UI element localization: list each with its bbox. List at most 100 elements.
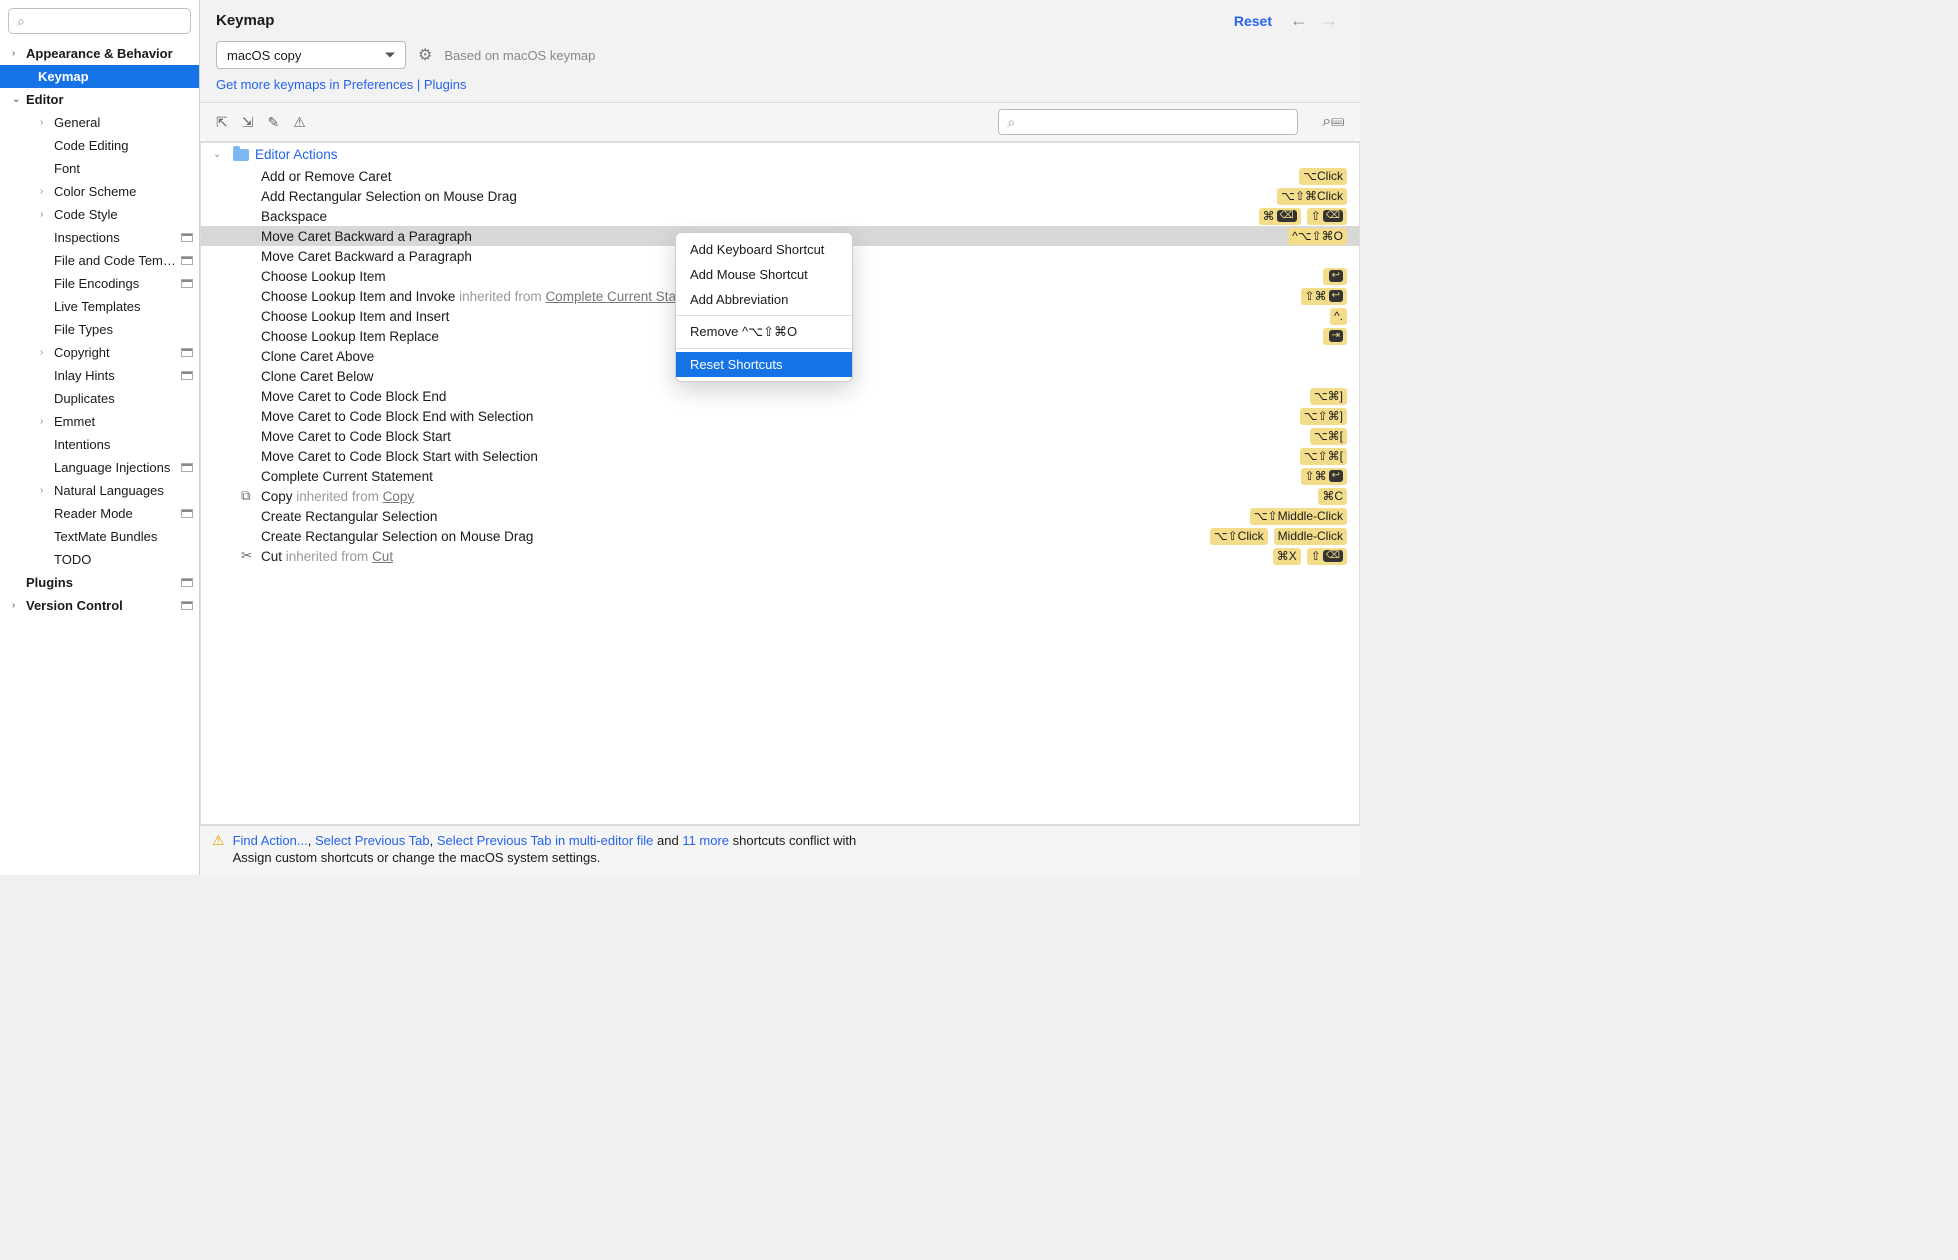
chevron-icon: › (40, 117, 52, 128)
context-menu-item[interactable]: Remove ^⌥⇧⌘O (676, 319, 852, 345)
action-row[interactable]: Move Caret to Code Block End⌥⌘] (201, 386, 1359, 406)
gear-icon[interactable]: ⚙ (418, 45, 432, 65)
warning-icon[interactable]: ⚠ (293, 114, 306, 131)
sidebar-item[interactable]: Inspections (0, 226, 199, 249)
shortcut-badge: ⌘C (1318, 488, 1347, 505)
sidebar-item[interactable]: TODO (0, 548, 199, 571)
shortcut-list: ⌥Click (1299, 168, 1347, 185)
action-label: Complete Current Statement (261, 469, 1295, 484)
folder-icon (233, 149, 249, 161)
sidebar-item[interactable]: Font (0, 157, 199, 180)
find-by-shortcut-icon[interactable]: ⌕⌨ (1322, 113, 1344, 131)
edit-icon[interactable]: ✎ (267, 114, 279, 131)
shortcut-badge: ⇥ (1323, 328, 1347, 345)
sidebar-item[interactable]: Inlay Hints (0, 364, 199, 387)
sidebar-item[interactable]: Code Editing (0, 134, 199, 157)
action-row[interactable]: Add or Remove Caret ⌥Click (201, 166, 1359, 186)
sidebar-item-label: TODO (54, 552, 199, 567)
keymap-select[interactable]: macOS copy (216, 41, 406, 69)
shortcut-list: ⌘X⇧⌫ (1273, 548, 1347, 565)
conflict-more-link[interactable]: 11 more (682, 833, 729, 848)
based-on-label: Based on macOS keymap (444, 48, 595, 63)
shortcut-list: ⇧⌘↩ (1301, 468, 1347, 485)
sidebar-item-label: Copyright (54, 345, 181, 360)
sidebar-item[interactable]: TextMate Bundles (0, 525, 199, 548)
sidebar-item[interactable]: Keymap (0, 65, 199, 88)
context-menu-item[interactable]: Add Keyboard Shortcut (676, 237, 852, 262)
sidebar-item[interactable]: ›Appearance & Behavior (0, 42, 199, 65)
shortcut-badge: Middle-Click (1274, 528, 1347, 545)
shortcut-badge: ⌘X (1273, 548, 1301, 565)
action-label: Create Rectangular Selection (261, 509, 1244, 524)
sidebar-item[interactable]: ›Emmet (0, 410, 199, 433)
sidebar-item[interactable]: File Encodings (0, 272, 199, 295)
keymap-select-value: macOS copy (227, 48, 301, 63)
sidebar-item-label: General (54, 115, 199, 130)
expand-all-icon[interactable]: ⇱ (216, 114, 228, 131)
get-more-keymaps-link[interactable]: Get more keymaps in Preferences | Plugin… (200, 73, 1360, 102)
action-search-input[interactable]: ⌕ (998, 109, 1298, 135)
shortcut-badge: ⌥⇧⌘] (1300, 408, 1347, 425)
action-label: Add or Remove Caret (261, 169, 1293, 184)
context-menu-item[interactable]: Add Abbreviation (676, 287, 852, 312)
action-row[interactable]: Complete Current Statement ⇧⌘↩ (201, 466, 1359, 486)
action-row[interactable]: Backspace⌘⌫⇧⌫ (201, 206, 1359, 226)
sidebar-item-label: Color Scheme (54, 184, 199, 199)
reset-button[interactable]: Reset (1234, 13, 1272, 29)
action-label: Cut inherited from Cut (261, 549, 1267, 564)
group-editor-actions[interactable]: ⌄ Editor Actions (201, 143, 1359, 166)
action-label: Move Caret to Code Block End (261, 389, 1304, 404)
sidebar-item[interactable]: ›Copyright (0, 341, 199, 364)
sidebar-item[interactable]: Reader Mode (0, 502, 199, 525)
action-row[interactable]: Move Caret to Code Block Start with Sele… (201, 446, 1359, 466)
sidebar-item[interactable]: ⌄Editor (0, 88, 199, 111)
sidebar-item-label: Code Style (54, 207, 199, 222)
sidebar-item[interactable]: File and Code Templates (0, 249, 199, 272)
search-icon: ⌕ (1007, 114, 1015, 131)
conflict-link-1[interactable]: Find Action... (233, 833, 308, 848)
sidebar-item[interactable]: ›Code Style (0, 203, 199, 226)
sidebar-item[interactable]: ›Natural Languages (0, 479, 199, 502)
sidebar-item[interactable]: ›Color Scheme (0, 180, 199, 203)
nav-back-icon[interactable]: ← (1290, 10, 1308, 31)
action-label: Create Rectangular Selection on Mouse Dr… (261, 529, 1204, 544)
action-row[interactable]: ✂Cut inherited from Cut⌘X⇧⌫ (201, 546, 1359, 566)
sidebar-item-label: Natural Languages (54, 483, 199, 498)
action-row[interactable]: ⧉Copy inherited from Copy⌘C (201, 486, 1359, 506)
sidebar-item[interactable]: Language Injections (0, 456, 199, 479)
chevron-down-icon: ⌄ (213, 149, 227, 160)
action-icon: ⧉ (241, 488, 251, 504)
action-row[interactable]: Create Rectangular Selection⌥⇧Middle-Cli… (201, 506, 1359, 526)
action-label: Backspace (261, 209, 1253, 224)
shortcut-list: ⇧⌘↩ (1301, 288, 1347, 305)
sidebar-item[interactable]: Plugins (0, 571, 199, 594)
action-label: Move Caret to Code Block Start with Sele… (261, 449, 1294, 464)
conflict-footer: ⚠ Find Action..., Select Previous Tab, S… (200, 825, 1360, 875)
schema-icon (181, 601, 193, 610)
sidebar-item[interactable]: ›General (0, 111, 199, 134)
action-row[interactable]: Move Caret to Code Block End with Select… (201, 406, 1359, 426)
chevron-icon: › (40, 485, 52, 496)
action-row[interactable]: Create Rectangular Selection on Mouse Dr… (201, 526, 1359, 546)
action-row[interactable]: Add Rectangular Selection on Mouse Drag⌥… (201, 186, 1359, 206)
context-menu-item[interactable]: Reset Shortcuts (676, 352, 852, 377)
sidebar-item[interactable]: File Types (0, 318, 199, 341)
sidebar-search-input[interactable]: ⌕ (8, 8, 191, 34)
context-menu-item[interactable]: Add Mouse Shortcut (676, 262, 852, 287)
sidebar-item[interactable]: Live Templates (0, 295, 199, 318)
conflict-message: Find Action..., Select Previous Tab, Sel… (233, 832, 1348, 867)
sidebar-item-label: File Encodings (54, 276, 181, 291)
shortcut-list: ^. (1330, 308, 1347, 325)
sidebar-item[interactable]: ›Version Control (0, 594, 199, 617)
conflict-link-3[interactable]: Select Previous Tab in multi-editor file (437, 833, 654, 848)
chevron-icon: › (40, 186, 52, 197)
shortcut-badge: ⇧⌘↩ (1301, 288, 1347, 305)
sidebar-item[interactable]: Intentions (0, 433, 199, 456)
shortcut-badge: ⌥⇧Click (1210, 528, 1268, 545)
shortcut-badge: ⌘⌫ (1259, 208, 1301, 225)
action-row[interactable]: Move Caret to Code Block Start⌥⌘[ (201, 426, 1359, 446)
shortcut-list: ⇥ (1323, 328, 1347, 345)
collapse-all-icon[interactable]: ⇲ (242, 114, 254, 131)
sidebar-item[interactable]: Duplicates (0, 387, 199, 410)
conflict-link-2[interactable]: Select Previous Tab (315, 833, 430, 848)
